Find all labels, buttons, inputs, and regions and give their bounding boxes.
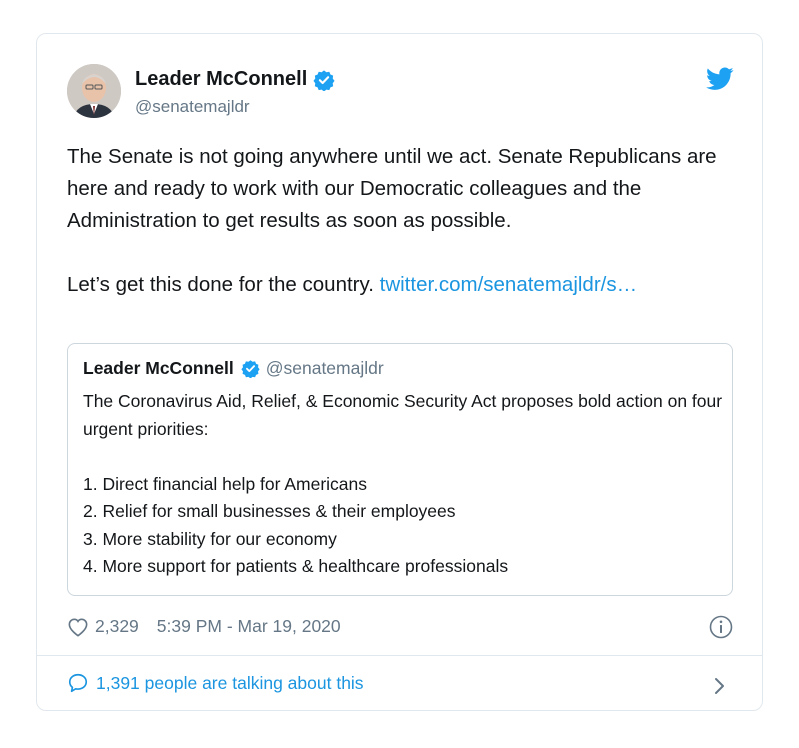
embedded-tweet-card: Leader McConnell @senatemajldr The Senat… xyxy=(36,33,763,711)
heart-icon[interactable] xyxy=(67,617,89,637)
tweet-text: The Senate is not going anywhere until w… xyxy=(67,141,727,301)
conversation-link[interactable]: 1,391 people are talking about this xyxy=(67,672,364,694)
verified-badge-icon xyxy=(241,360,260,378)
quoted-author-handle: @senatemajldr xyxy=(265,358,384,378)
like-count[interactable]: 2,329 xyxy=(95,616,139,637)
author-name-row[interactable]: Leader McConnell xyxy=(135,68,335,91)
timestamp[interactable]: 5:39 PM - Mar 19, 2020 xyxy=(157,616,341,637)
info-icon[interactable] xyxy=(709,615,733,639)
priority-list: 1. Direct financial help for Americans 2… xyxy=(83,471,723,581)
speech-bubble-icon xyxy=(68,673,88,693)
quoted-author-name: Leader McConnell xyxy=(83,358,234,378)
author-display-name[interactable]: Leader McConnell xyxy=(135,68,307,91)
list-item: 3. More stability for our economy xyxy=(83,528,337,549)
twitter-bird-icon[interactable] xyxy=(706,67,734,91)
avatar[interactable] xyxy=(67,64,121,118)
author-handle[interactable]: @senatemajldr xyxy=(135,97,250,117)
verified-badge-icon xyxy=(313,69,335,91)
list-item: 4. More support for patients & healthcar… xyxy=(83,556,509,576)
list-item: 1. Direct financial help for Americans xyxy=(83,473,368,494)
quoted-tweet-header: Leader McConnell @senatemajldr xyxy=(83,358,384,379)
quoted-tweet-text: The Coronavirus Aid, Relief, & Economic … xyxy=(83,388,723,581)
tweet-meta: 2,329 5:39 PM - Mar 19, 2020 xyxy=(67,616,341,637)
quoted-intro: The Coronavirus Aid, Relief, & Economic … xyxy=(83,391,723,439)
quoted-tweet[interactable]: Leader McConnell @senatemajldr The Coron… xyxy=(67,343,733,596)
divider xyxy=(37,655,762,656)
chevron-right-icon[interactable] xyxy=(712,676,726,696)
conversation-count-text[interactable]: 1,391 people are talking about this xyxy=(96,673,364,694)
tweet-link[interactable]: twitter.com/senatemajldr/s… xyxy=(380,273,637,296)
list-item: 2. Relief for small businesses & their e… xyxy=(83,501,456,521)
